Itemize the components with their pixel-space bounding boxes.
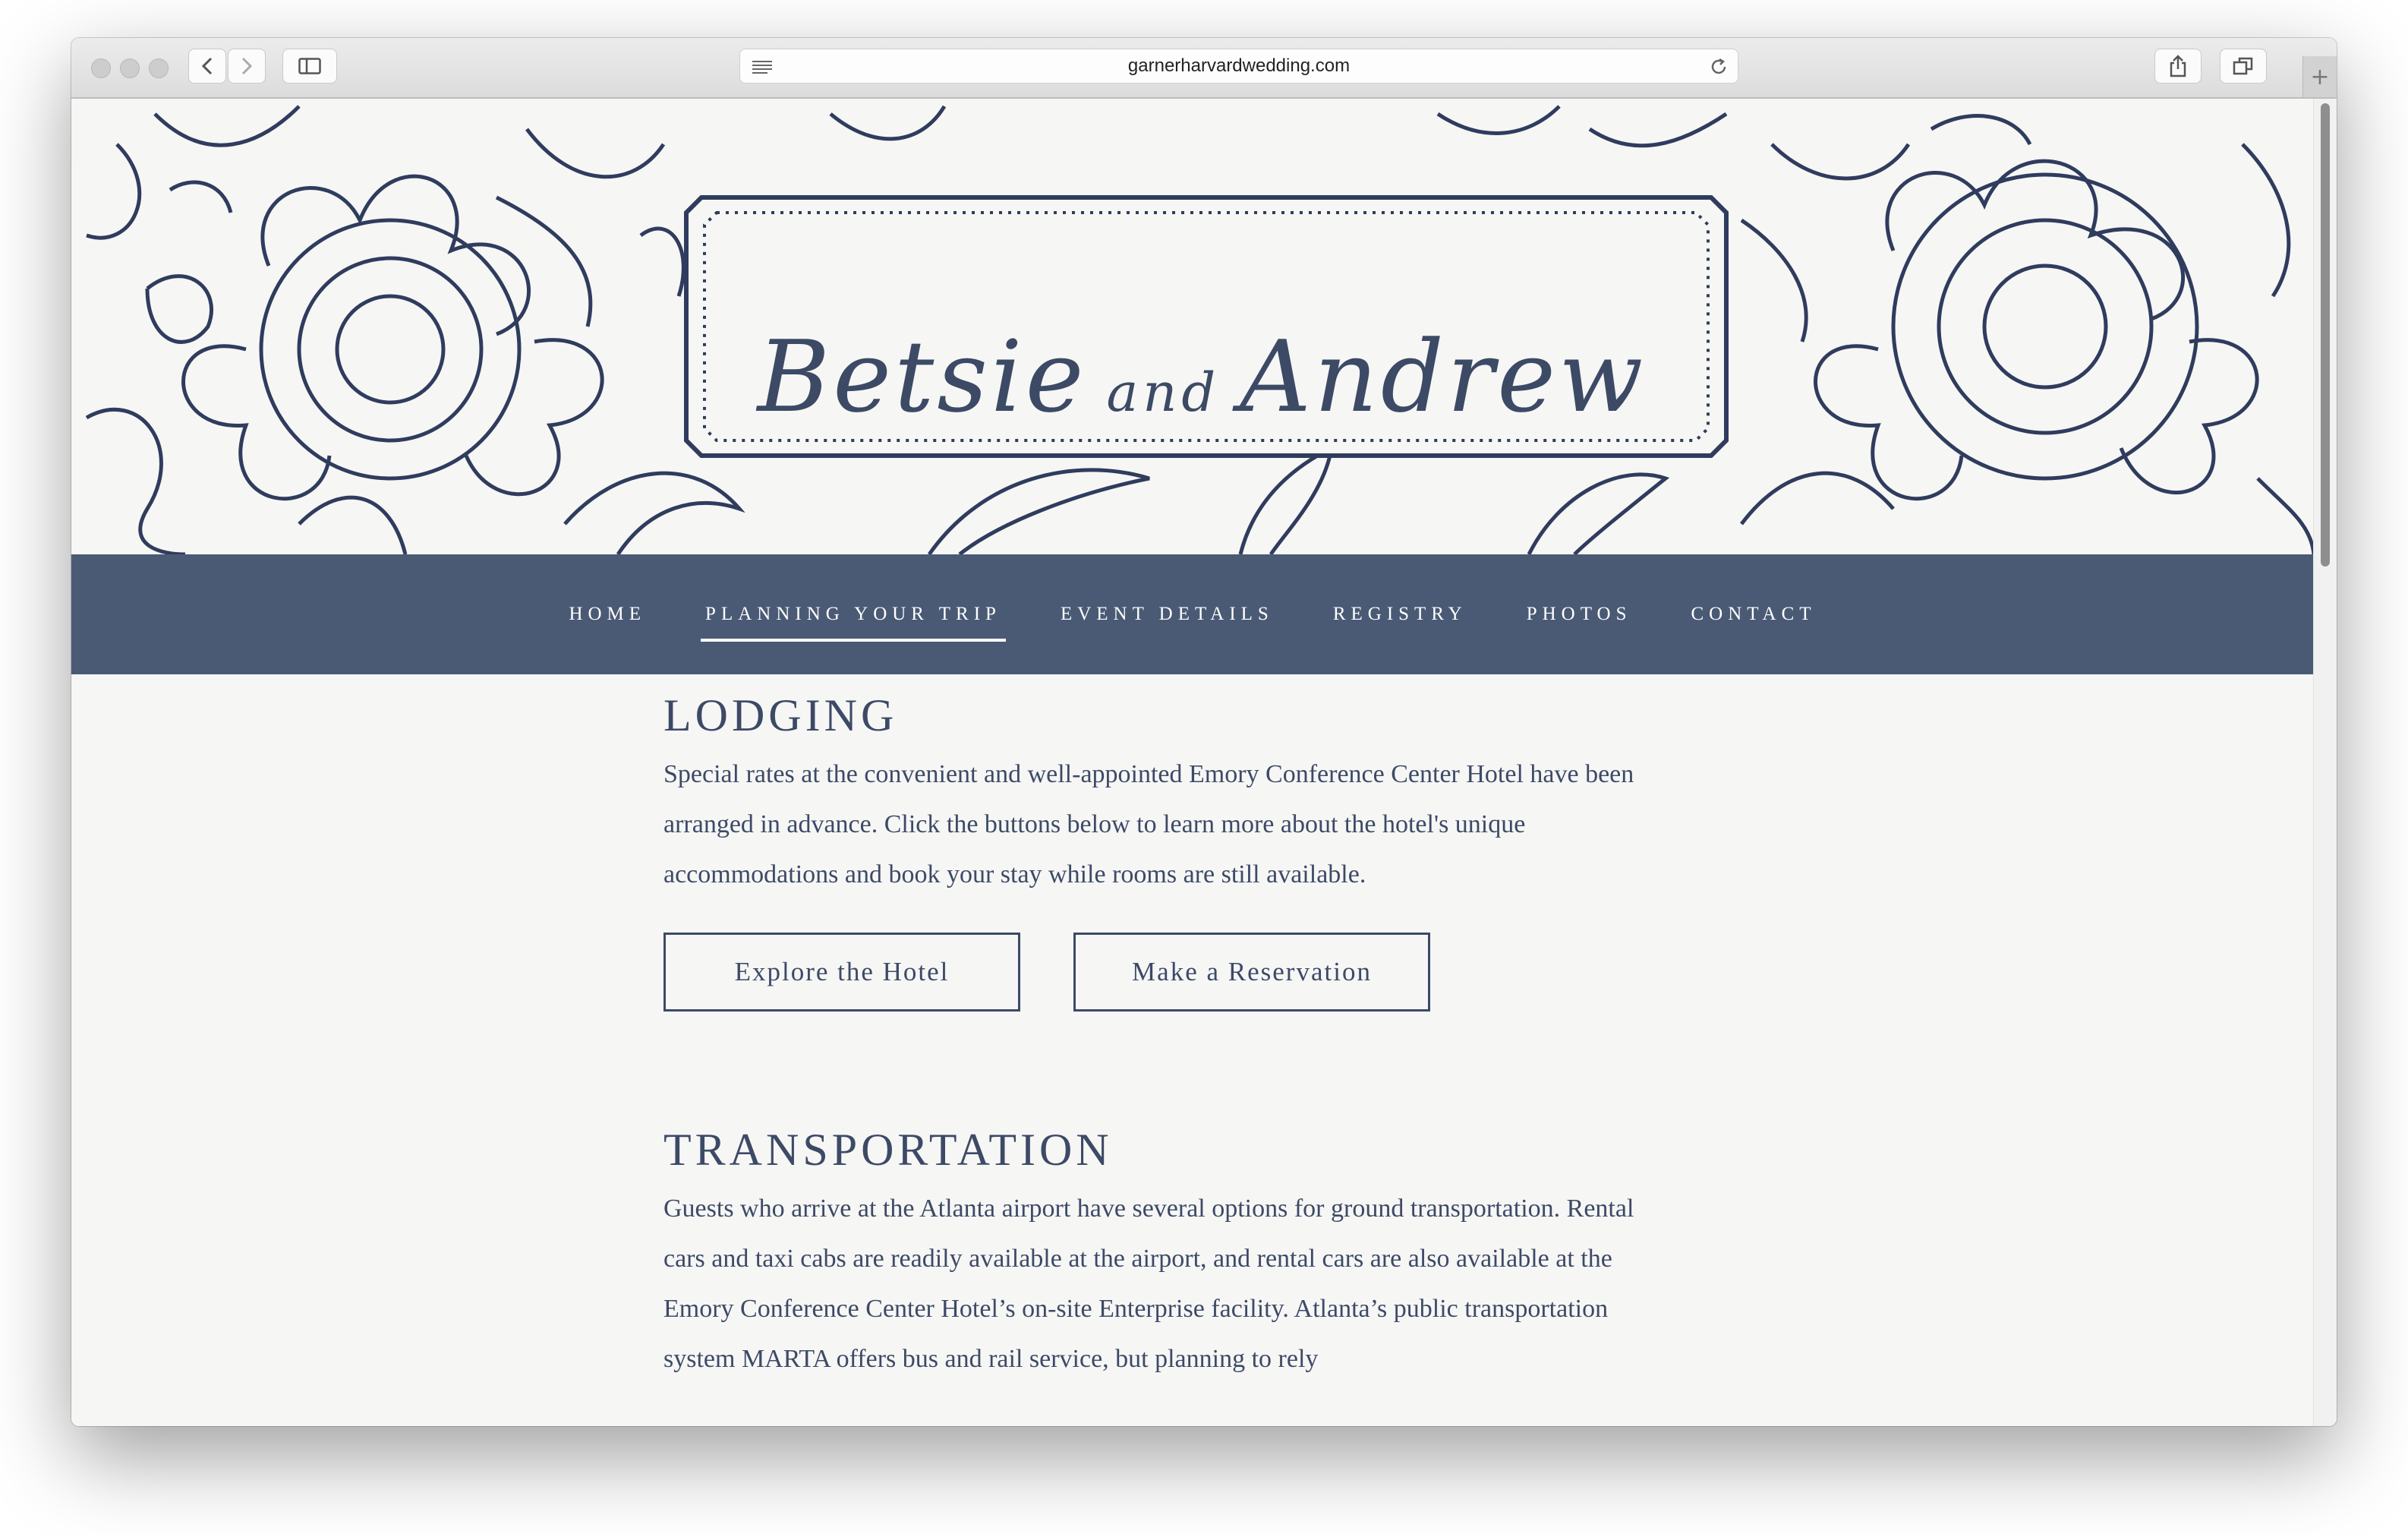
- nav-home[interactable]: HOME: [564, 604, 651, 625]
- lodging-text: Special rates at the convenient and well…: [663, 760, 1634, 888]
- close-window-button[interactable]: [91, 58, 111, 78]
- main-nav: HOME PLANNING YOUR TRIP EVENT DETAILS RE…: [71, 554, 2314, 674]
- title-second-name: Andrew: [1240, 319, 1647, 434]
- nav-photos[interactable]: PHOTOS: [1522, 604, 1637, 625]
- url-text: garnerharvardwedding.com: [1127, 55, 1351, 76]
- forward-button[interactable]: [228, 49, 266, 84]
- explore-hotel-button[interactable]: Explore the Hotel: [663, 933, 1020, 1012]
- nav-registry[interactable]: REGISTRY: [1328, 604, 1472, 625]
- browser-toolbar: garnerharvardwedding.com +: [71, 38, 2337, 99]
- scrollbar-thumb[interactable]: [2321, 103, 2330, 567]
- show-tabs-button[interactable]: [2220, 49, 2267, 84]
- title-first-name: Betsie: [757, 319, 1087, 434]
- forward-icon: [241, 57, 253, 75]
- lodging-section: LODGING Special rates at the convenient …: [663, 690, 1666, 1115]
- sidebar-button[interactable]: [282, 49, 337, 84]
- browser-window: garnerharvardwedding.com + Betsie and An…: [71, 38, 2337, 1426]
- web-page: Betsie and Andrew HOME PLANNING YOUR TRIP …: [71, 99, 2314, 1426]
- back-icon: [201, 57, 213, 75]
- minimize-window-button[interactable]: [120, 58, 140, 78]
- new-tab-button[interactable]: +: [2302, 56, 2337, 97]
- page-scrollbar[interactable]: [2313, 99, 2337, 1426]
- new-tab-icon: +: [2310, 63, 2330, 90]
- share-button[interactable]: [2154, 49, 2202, 84]
- tabs-icon: [2233, 57, 2253, 75]
- share-icon: [2170, 55, 2186, 77]
- make-reservation-button[interactable]: Make a Reservation: [1073, 933, 1430, 1012]
- zoom-window-button[interactable]: [149, 58, 169, 78]
- nav-planning-your-trip[interactable]: PLANNING YOUR TRIP: [701, 604, 1006, 642]
- nav-event-details[interactable]: EVENT DETAILS: [1056, 604, 1278, 625]
- address-bar[interactable]: garnerharvardwedding.com: [739, 49, 1738, 84]
- title-and: and: [1106, 361, 1221, 424]
- reload-icon[interactable]: [1709, 57, 1729, 77]
- couple-title: Betsie and Andrew: [676, 319, 1728, 434]
- transportation-heading: TRANSPORTATION: [663, 1125, 1113, 1175]
- lodging-heading: LODGING: [663, 690, 898, 740]
- back-button[interactable]: [188, 49, 226, 84]
- nav-contact[interactable]: CONTACT: [1686, 604, 1820, 625]
- header-banner: Betsie and Andrew: [71, 99, 2314, 554]
- transportation-text: Guests who arrive at the Atlanta airport…: [663, 1195, 1634, 1373]
- transportation-section: TRANSPORTATION Guests who arrive at the …: [663, 1124, 1666, 1384]
- sidebar-icon: [298, 58, 321, 74]
- main-content: LODGING Special rates at the convenient …: [663, 690, 1666, 1384]
